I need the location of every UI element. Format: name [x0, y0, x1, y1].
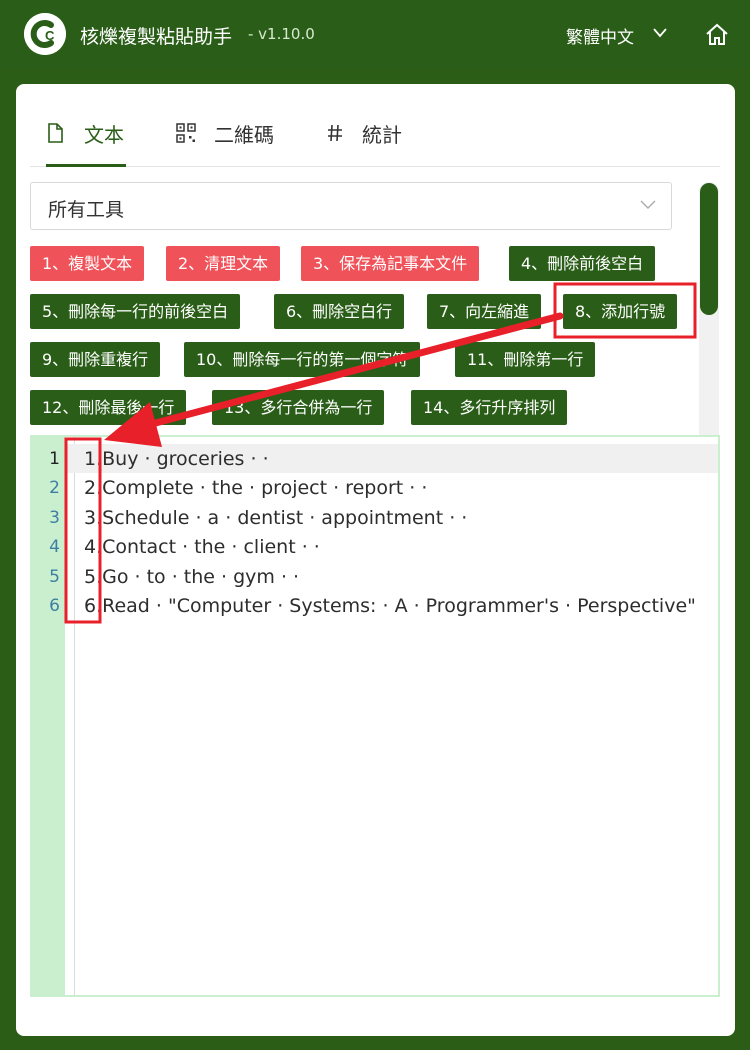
- tool-button-trim-each-line[interactable]: 5、刪除每一行的前後空白: [30, 294, 241, 329]
- tab-label: 二維碼: [214, 123, 274, 147]
- line-number: 5: [49, 567, 60, 587]
- tool-button-remove-last-line[interactable]: 12、刪除最後一行: [30, 390, 187, 425]
- tool-button-save-notepad[interactable]: 3、保存為記事本文件: [301, 246, 480, 281]
- editor-line[interactable]: 6.Read · "Computer · Systems: · A · Prog…: [84, 595, 696, 617]
- chevron-down-icon: [653, 28, 667, 38]
- svg-text:C: C: [45, 28, 55, 43]
- editor-line[interactable]: 4.Contact · the · client · ·: [84, 536, 320, 558]
- tab-statistics[interactable]: 統計: [326, 119, 436, 167]
- text-editor[interactable]: 1 2 3 4 5 6 1.Buy · groceries · · 2.Comp…: [30, 435, 720, 997]
- tab-qrcode[interactable]: 二維碼: [176, 119, 296, 167]
- home-button[interactable]: [704, 22, 730, 48]
- editor-line[interactable]: 1.Buy · groceries · ·: [84, 448, 269, 470]
- editor-line[interactable]: 3.Schedule · a · dentist · appointment ·…: [84, 507, 467, 529]
- tools-scrollbar-thumb[interactable]: [700, 183, 718, 315]
- editor-line[interactable]: 5.Go · to · the · gym · ·: [84, 566, 299, 588]
- app-title: 核爍複製粘貼助手: [80, 26, 233, 48]
- tool-button-indent-left[interactable]: 7、向左縮進: [427, 294, 542, 329]
- hash-icon: [328, 124, 342, 142]
- tab-label: 統計: [362, 123, 402, 147]
- line-number: 6: [49, 596, 60, 616]
- line-number: 3: [49, 508, 60, 528]
- chevron-down-icon: [640, 200, 656, 209]
- tool-button-add-line-numbers[interactable]: 8、添加行號: [563, 294, 678, 329]
- line-number: 4: [49, 537, 60, 557]
- tab-bar: 文本 二維碼 統計: [30, 84, 720, 167]
- tool-button-merge-lines[interactable]: 13、多行合併為一行: [212, 390, 385, 425]
- tool-category-select[interactable]: 所有工具: [30, 182, 672, 230]
- tool-button-remove-duplicates[interactable]: 9、刪除重複行: [30, 342, 161, 377]
- app-version: - v1.10.0: [248, 25, 315, 43]
- tool-category-value: 所有工具: [48, 199, 125, 221]
- file-icon: [48, 123, 63, 143]
- app-header: C 核爍複製粘貼助手 - v1.10.0 繁體中文: [0, 0, 750, 68]
- tool-button-remove-first-char[interactable]: 10、刪除每一行的第一個字符: [184, 342, 421, 377]
- language-select[interactable]: 繁體中文: [566, 23, 667, 48]
- tool-button-sort-ascending[interactable]: 14、多行升序排列: [411, 390, 568, 425]
- qr-code-icon: [176, 123, 196, 143]
- home-icon: [706, 23, 728, 45]
- tab-text[interactable]: 文本: [46, 119, 126, 167]
- editor-line[interactable]: 2.Complete · the · project · report · ·: [84, 477, 427, 499]
- tool-button-remove-blank-lines[interactable]: 6、刪除空白行: [274, 294, 405, 329]
- tool-button-remove-first-line[interactable]: 11、刪除第一行: [455, 342, 596, 377]
- gutter-divider: [74, 437, 75, 995]
- line-number: 1: [49, 449, 60, 469]
- main-panel: 文本 二維碼 統計 所有工具 1、複製文本 2、清理文本 3、保存為記事本文件 …: [16, 84, 735, 1036]
- tab-label: 文本: [84, 123, 124, 147]
- tool-button-copy-text[interactable]: 1、複製文本: [30, 246, 145, 281]
- line-number: 2: [49, 478, 60, 498]
- app-logo-icon: C: [24, 13, 66, 55]
- tool-button-trim-whitespace[interactable]: 4、刪除前後空白: [509, 246, 656, 281]
- language-label: 繁體中文: [566, 28, 634, 48]
- tool-button-clean-text[interactable]: 2、清理文本: [166, 246, 281, 281]
